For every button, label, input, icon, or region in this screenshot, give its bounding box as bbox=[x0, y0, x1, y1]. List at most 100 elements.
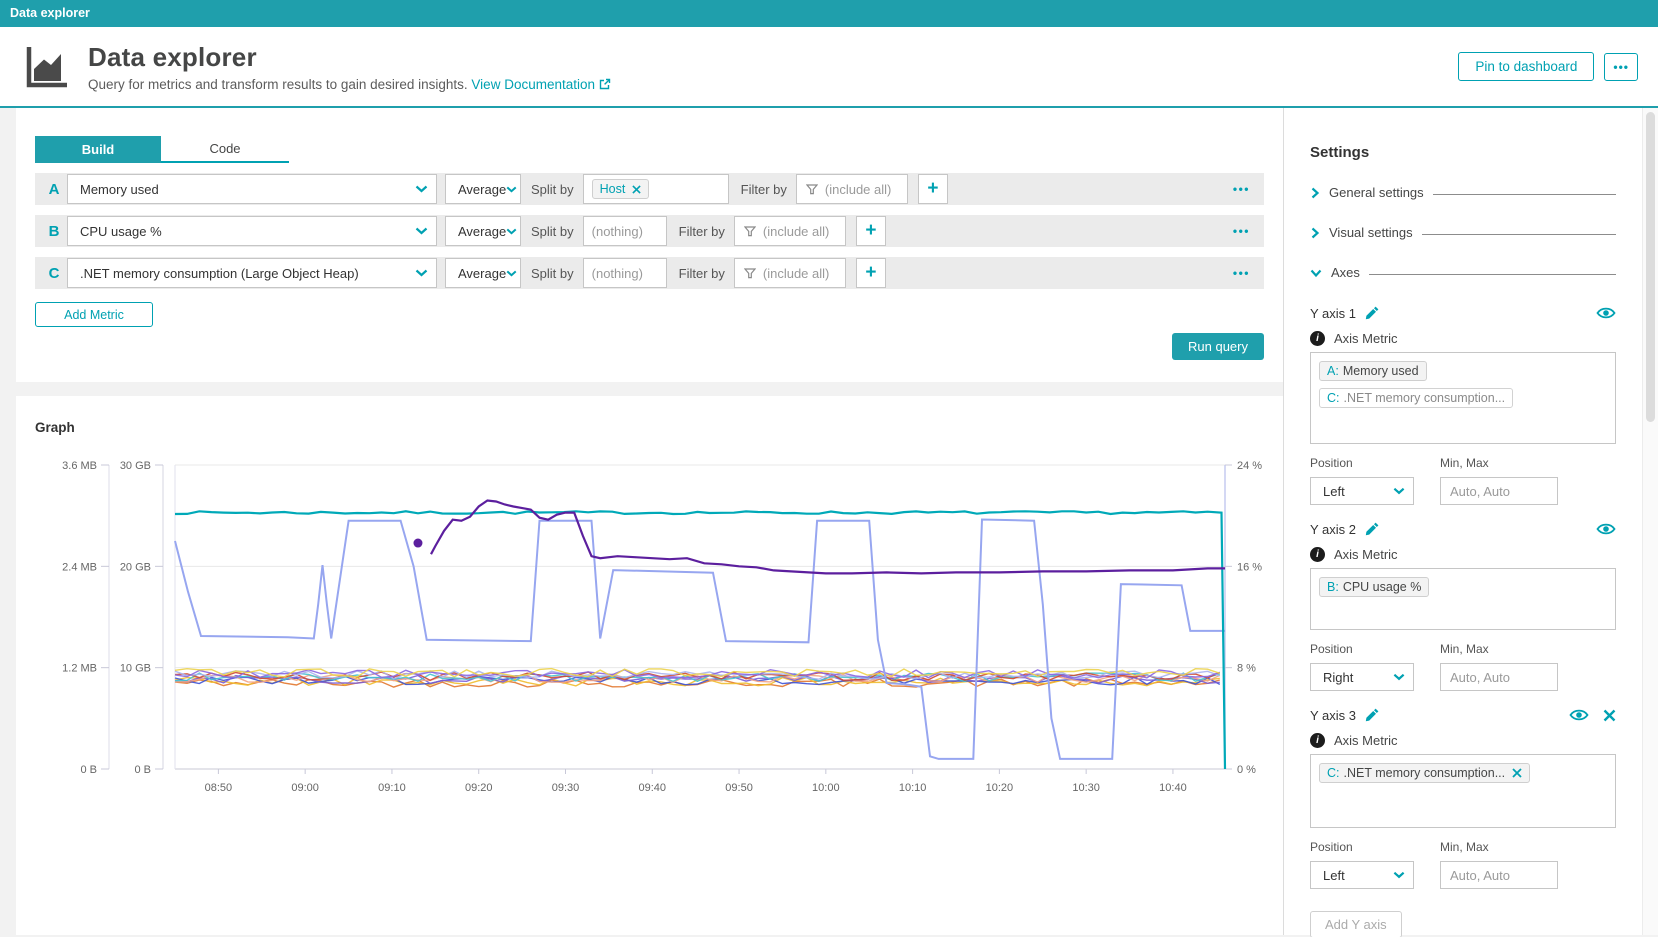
filter-input-b[interactable]: (include all) bbox=[734, 216, 846, 246]
filter-by-label-c: Filter by bbox=[679, 266, 725, 281]
add-filter-button-a[interactable]: + bbox=[918, 174, 948, 204]
y-axis-1-minmax-input[interactable] bbox=[1440, 477, 1558, 505]
add-metric-button[interactable]: Add Metric bbox=[35, 302, 153, 327]
split-by-input-b[interactable]: (nothing) bbox=[583, 216, 667, 246]
y-axis-3-position-select[interactable]: Left bbox=[1310, 861, 1414, 889]
remove-chip-icon[interactable] bbox=[1512, 768, 1522, 778]
svg-text:3.6 MB: 3.6 MB bbox=[62, 460, 97, 472]
metric-select-a[interactable]: Memory used bbox=[67, 174, 437, 204]
run-query-button[interactable]: Run query bbox=[1172, 333, 1264, 360]
minmax-label: Min, Max bbox=[1440, 456, 1558, 470]
section-visual-settings[interactable]: Visual settings bbox=[1310, 225, 1616, 240]
page-subtitle: Query for metrics and transform results … bbox=[88, 77, 1458, 92]
tab-code[interactable]: Code bbox=[161, 136, 289, 163]
visibility-eye-icon[interactable] bbox=[1596, 522, 1616, 536]
chip-letter: C: bbox=[1327, 391, 1340, 405]
axis-metric-label: Axis Metric bbox=[1334, 547, 1398, 562]
header-titles: Data explorer Query for metrics and tran… bbox=[88, 42, 1458, 92]
y-axis-3-metric-box[interactable]: C:.NET memory consumption... bbox=[1310, 754, 1616, 828]
remove-chip-icon[interactable] bbox=[632, 185, 641, 194]
tab-build[interactable]: Build bbox=[35, 136, 161, 163]
window-title: Data explorer bbox=[10, 6, 90, 20]
chip-label: Memory used bbox=[1343, 364, 1419, 378]
axis-chip-b[interactable]: B:CPU usage % bbox=[1319, 577, 1429, 597]
metric-more-button-c[interactable]: ••• bbox=[1233, 266, 1250, 280]
visibility-eye-icon[interactable] bbox=[1596, 306, 1616, 320]
add-y-axis-button[interactable]: Add Y axis bbox=[1310, 911, 1402, 937]
chevron-down-icon bbox=[1393, 487, 1405, 495]
header-more-button[interactable]: ••• bbox=[1604, 53, 1638, 81]
chevron-down-icon bbox=[415, 227, 428, 235]
y-axis-1-metric-box[interactable]: A: Memory used C: .NET memory consumption.… bbox=[1310, 352, 1616, 444]
split-chip-host[interactable]: Host bbox=[592, 179, 650, 199]
chevron-down-icon bbox=[1393, 673, 1405, 681]
aggregation-value-c: Average bbox=[458, 266, 506, 281]
y-axis-2-minmax-input[interactable] bbox=[1440, 663, 1558, 691]
svg-text:08:50: 08:50 bbox=[205, 782, 233, 794]
split-placeholder-c: (nothing) bbox=[592, 266, 643, 281]
doc-link-text: View Documentation bbox=[471, 77, 595, 92]
aggregation-select-a[interactable]: Average bbox=[445, 174, 521, 204]
section-label: Axes bbox=[1331, 265, 1360, 280]
edit-pencil-icon[interactable] bbox=[1364, 521, 1380, 537]
split-chip-label: Host bbox=[600, 182, 626, 196]
pin-to-dashboard-button[interactable]: Pin to dashboard bbox=[1458, 52, 1594, 81]
chip-letter: A: bbox=[1327, 364, 1339, 378]
filter-input-a[interactable]: (include all) bbox=[796, 174, 908, 204]
chevron-down-icon bbox=[415, 269, 428, 277]
query-and-graph-column: Build Code A Memory used Average Split b… bbox=[16, 108, 1283, 935]
add-filter-button-b[interactable]: + bbox=[856, 216, 886, 246]
y-axis-2-position-select[interactable]: Right bbox=[1310, 663, 1414, 691]
metric-more-button-b[interactable]: ••• bbox=[1233, 224, 1250, 238]
svg-text:20 GB: 20 GB bbox=[120, 561, 151, 573]
chevron-right-icon bbox=[1310, 227, 1320, 239]
svg-text:10:20: 10:20 bbox=[986, 782, 1014, 794]
axis-chip-c-ghost[interactable]: C: .NET memory consumption... bbox=[1319, 388, 1513, 408]
svg-text:09:50: 09:50 bbox=[725, 782, 753, 794]
svg-text:09:20: 09:20 bbox=[465, 782, 493, 794]
axis-chip-a[interactable]: A: Memory used bbox=[1319, 361, 1427, 381]
chip-label: .NET memory consumption... bbox=[1344, 391, 1506, 405]
section-axes[interactable]: Axes bbox=[1310, 265, 1616, 280]
metric-select-c[interactable]: .NET memory consumption (Large Object He… bbox=[67, 258, 437, 288]
split-by-label-b: Split by bbox=[531, 224, 574, 239]
scrollbar-thumb[interactable] bbox=[1646, 112, 1655, 422]
svg-text:0 %: 0 % bbox=[1237, 764, 1256, 776]
section-divider bbox=[1422, 234, 1616, 235]
section-general-settings[interactable]: General settings bbox=[1310, 185, 1616, 200]
remove-axis-icon[interactable] bbox=[1603, 709, 1616, 722]
y-axis-2-metric-box[interactable]: B:CPU usage % bbox=[1310, 568, 1616, 630]
filter-by-label-b: Filter by bbox=[679, 224, 725, 239]
aggregation-select-c[interactable]: Average bbox=[445, 258, 521, 288]
settings-panel: Settings General settings Visual setting… bbox=[1283, 108, 1642, 935]
scrollbar[interactable] bbox=[1642, 108, 1658, 935]
view-documentation-link[interactable]: View Documentation bbox=[471, 77, 611, 92]
graph-section-title: Graph bbox=[35, 420, 1283, 435]
info-icon: i bbox=[1310, 547, 1325, 562]
settings-title: Settings bbox=[1310, 144, 1616, 161]
y-axis-2-name: Y axis 2 bbox=[1310, 522, 1356, 537]
axis-chip-c[interactable]: C:.NET memory consumption... bbox=[1319, 763, 1530, 783]
metrics-chart[interactable]: 0 B0 B0 %1.2 MB10 GB8 %2.4 MB20 GB16 %3.… bbox=[35, 453, 1283, 809]
visibility-eye-icon[interactable] bbox=[1569, 708, 1589, 722]
edit-pencil-icon[interactable] bbox=[1364, 707, 1380, 723]
filter-placeholder-b: (include all) bbox=[763, 224, 829, 239]
y-axis-1-position-select[interactable]: Left bbox=[1310, 477, 1414, 505]
graph-card: Graph 0 B0 B0 %1.2 MB10 GB8 %2.4 MB20 GB… bbox=[16, 396, 1283, 935]
filter-by-label-a: Filter by bbox=[741, 182, 787, 197]
filter-funnel-icon bbox=[744, 226, 756, 237]
edit-pencil-icon[interactable] bbox=[1364, 305, 1380, 321]
metric-more-button-a[interactable]: ••• bbox=[1233, 182, 1250, 196]
filter-funnel-icon bbox=[744, 268, 756, 279]
chevron-right-icon bbox=[1310, 187, 1320, 199]
split-by-input-c[interactable]: (nothing) bbox=[583, 258, 667, 288]
data-explorer-chart-icon bbox=[24, 44, 70, 90]
metric-select-b[interactable]: CPU usage % bbox=[67, 216, 437, 246]
add-filter-button-c[interactable]: + bbox=[856, 258, 886, 288]
filter-input-c[interactable]: (include all) bbox=[734, 258, 846, 288]
split-by-input-a[interactable]: Host bbox=[583, 174, 729, 204]
aggregation-select-b[interactable]: Average bbox=[445, 216, 521, 246]
info-icon: i bbox=[1310, 733, 1325, 748]
y-axis-2-block: Y axis 2 i Axis Metric B:CPU usage % Pos… bbox=[1310, 521, 1616, 691]
y-axis-3-minmax-input[interactable] bbox=[1440, 861, 1558, 889]
